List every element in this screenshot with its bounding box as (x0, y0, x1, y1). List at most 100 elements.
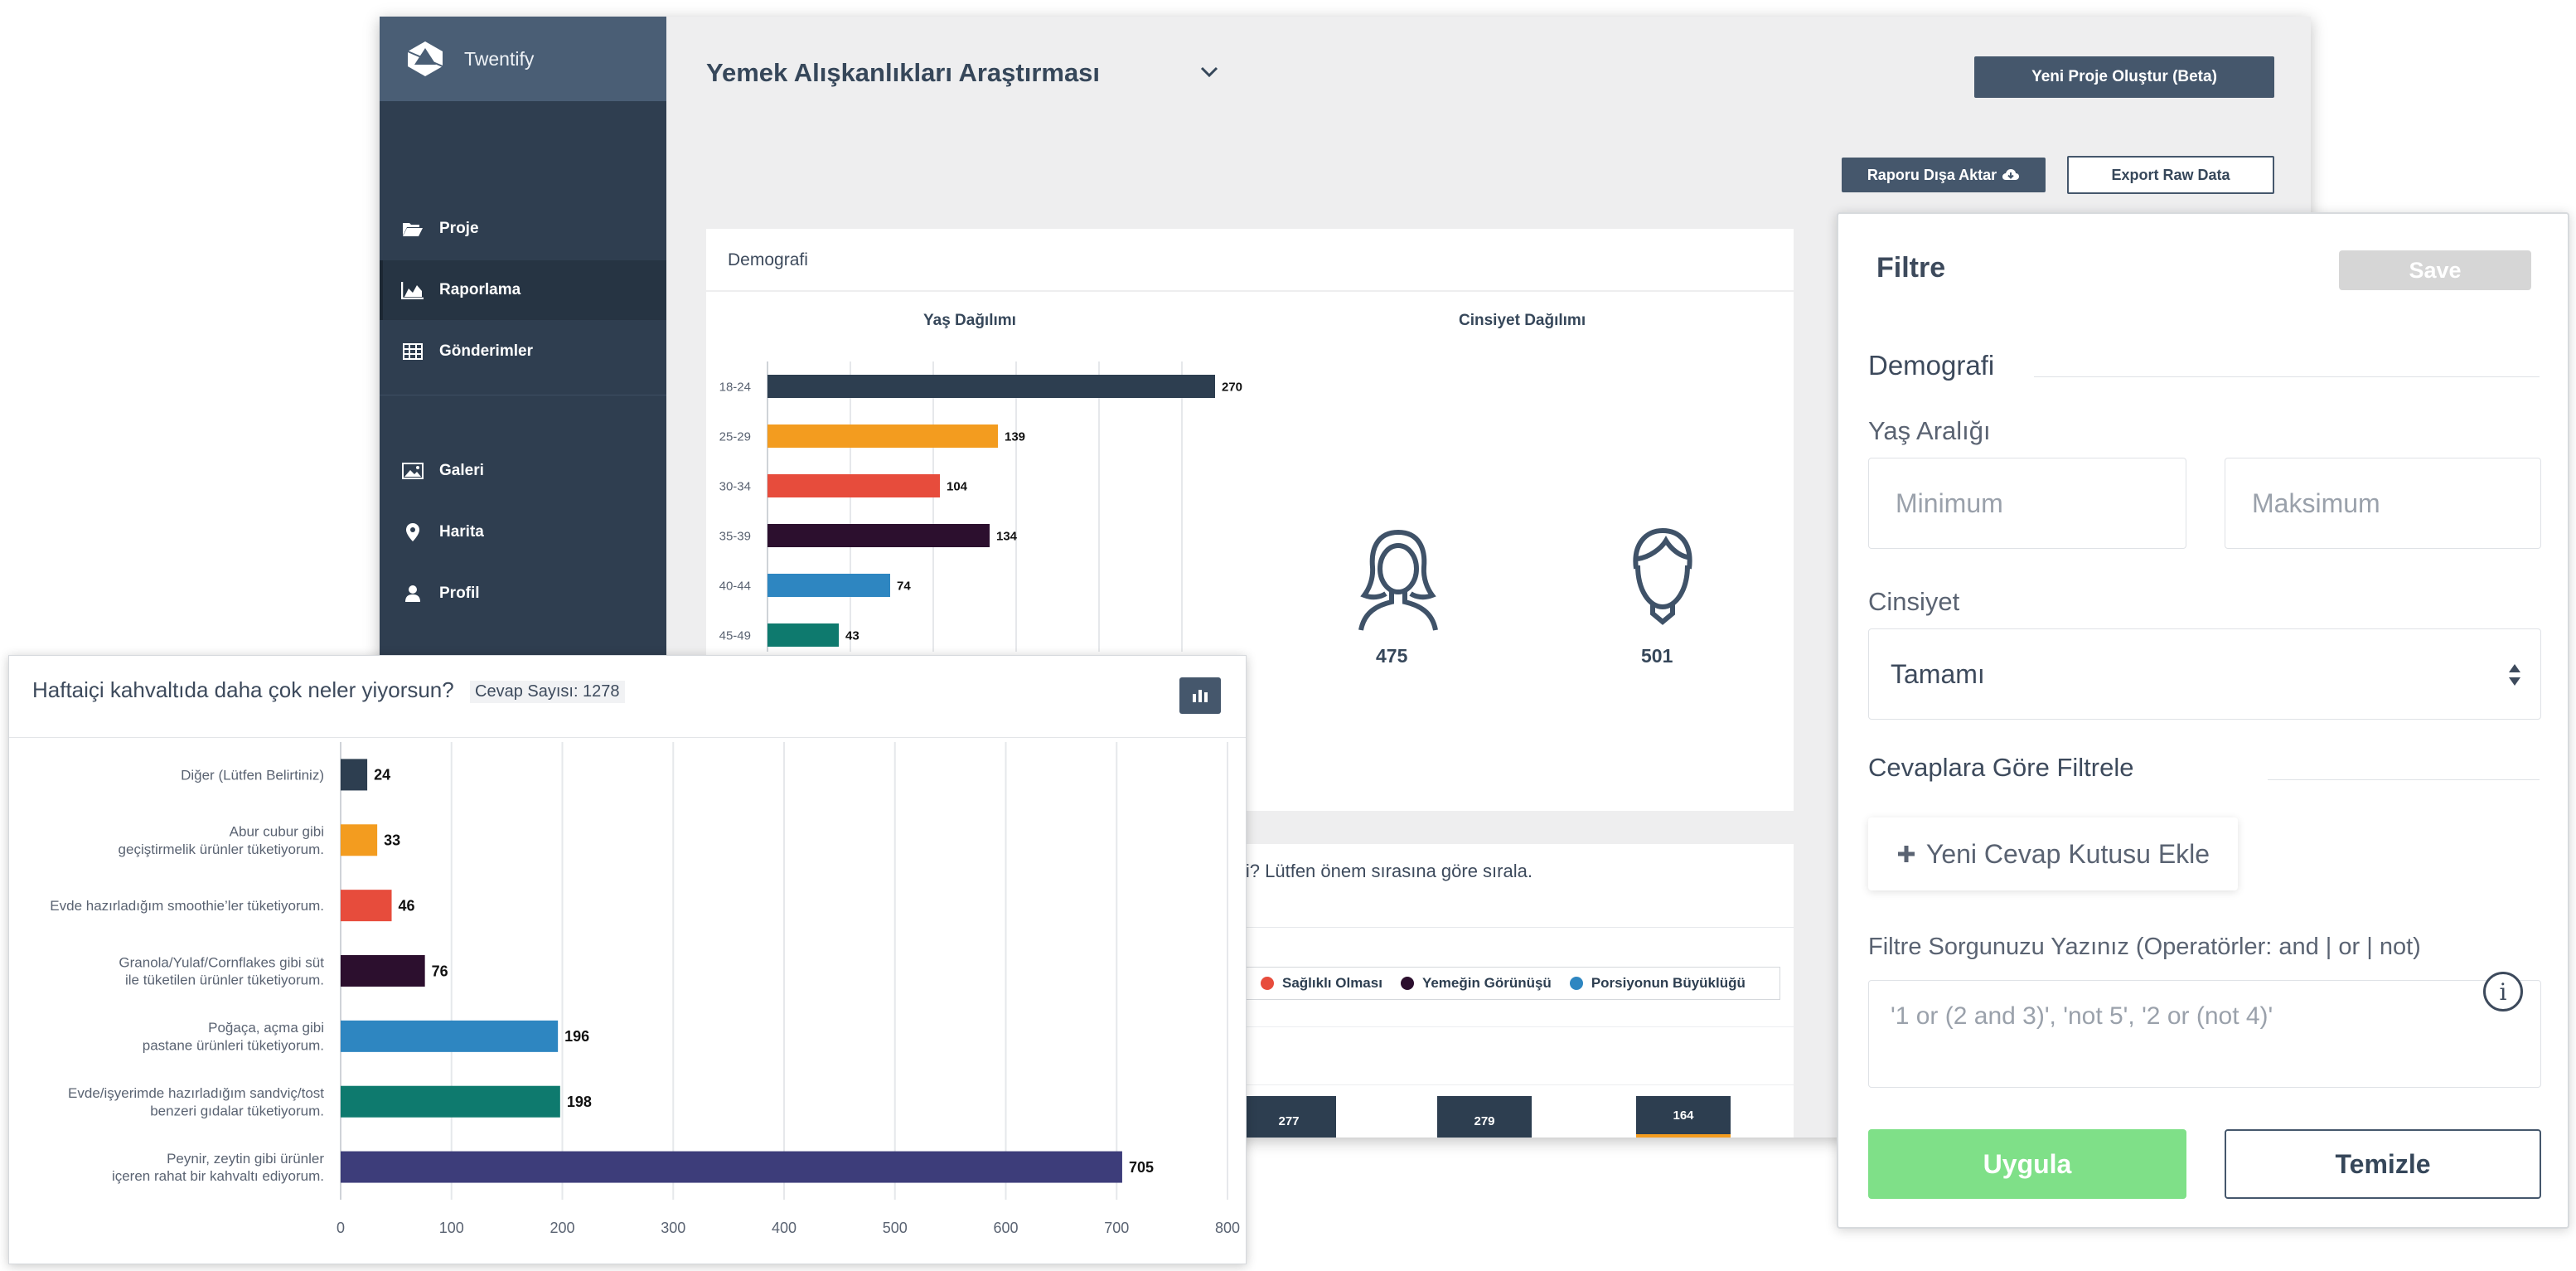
bar[interactable] (767, 524, 990, 547)
bar[interactable] (767, 424, 998, 448)
x-tick-label: 700 (1104, 1220, 1129, 1236)
gender-label: Cinsiyet (1868, 587, 1960, 616)
x-tick-label: 100 (439, 1220, 464, 1236)
sidebar-item-label: Harita (439, 523, 484, 541)
breakfast-answers-chart: 0 100 200 300 400 500 600 700 800 Diğer (Lütfen B… (50, 742, 1240, 1236)
age-chart-title: Yaş Dağılımı (923, 312, 1016, 329)
bar[interactable] (341, 824, 378, 856)
info-icon[interactable]: i (2483, 972, 2523, 1011)
grid-line (1242, 1026, 1794, 1027)
brand-name: Twentify (464, 47, 535, 70)
x-tick-label: 500 (883, 1220, 908, 1236)
sort-arrows-icon (2509, 664, 2520, 686)
sidebar-item-raporlama[interactable]: Raporlama (380, 260, 666, 320)
filter-title: Filtre (1876, 252, 1946, 284)
card-divider (1242, 927, 1794, 928)
x-tick-label: 600 (993, 1220, 1018, 1236)
legend-item[interactable]: Yemeğin Görünüşü (1400, 975, 1552, 992)
stacked-bar-segment[interactable]: 279 (1437, 1096, 1532, 1138)
data-label: 139 (1005, 429, 1025, 444)
project-title[interactable]: Yemek Alışkanlıkları Araştırması (706, 58, 1100, 88)
legend-item[interactable]: Sağlıklı Olması (1261, 975, 1382, 992)
male-count: 501 (1641, 645, 1673, 667)
bar[interactable] (767, 623, 839, 647)
data-label: 104 (947, 479, 968, 493)
stacked-bar-segment[interactable]: 164 (1636, 1096, 1731, 1134)
age-min-input[interactable]: Minimum (1868, 458, 2186, 549)
plus-icon (1897, 846, 1915, 862)
table-icon (401, 342, 424, 361)
age-max-input[interactable]: Maksimum (2225, 458, 2541, 549)
question-title: Haftaiçi kahvaltıda daha çok neler yiyor… (32, 677, 454, 702)
query-input[interactable]: '1 or (2 and 3)', 'not 5', '2 or (not 4)… (1868, 980, 2541, 1088)
bar[interactable] (767, 375, 1215, 398)
sidebar-item-profil[interactable]: Profil (380, 564, 666, 623)
data-label: 33 (384, 832, 400, 849)
sidebar-item-gonderimler[interactable]: Gönderimler (380, 322, 666, 381)
brand[interactable]: Twentify (380, 17, 666, 101)
age-distribution-chart: 18-24 270 25-29 139 30-34 104 35-39 134 40-44 74 4… (719, 361, 1242, 652)
bar[interactable] (341, 1085, 560, 1118)
question-chart-card: Haftaiçi kahvaltıda daha çok neler yiyor… (8, 655, 1247, 1264)
area-chart-icon (401, 280, 424, 300)
male-icon (1633, 527, 1692, 625)
legend-item[interactable]: Porsiyonun Büyüklüğü (1569, 975, 1746, 992)
bar[interactable] (341, 890, 392, 922)
bar[interactable] (341, 759, 368, 791)
data-label: 196 (564, 1028, 589, 1045)
data-label: 76 (432, 963, 448, 979)
y-category-label: Peynir, zeytin gibi ürünler içeren rahat … (112, 1151, 324, 1184)
x-tick-label: 200 (550, 1220, 574, 1236)
card-divider (9, 737, 1246, 738)
bar-chart-icon (1193, 690, 1208, 702)
data-label: 24 (374, 767, 390, 783)
export-report-button[interactable]: Raporu Dışa Aktar (1842, 158, 2046, 192)
bar[interactable] (341, 955, 425, 987)
export-report-label: Raporu Dışa Aktar (1867, 166, 1997, 183)
data-label: 134 (996, 529, 1018, 543)
map-marker-icon (401, 522, 424, 542)
sidebar-item-harita[interactable]: Harita (380, 502, 666, 562)
section-divider (2034, 376, 2540, 377)
bar[interactable] (341, 1151, 1122, 1183)
bar[interactable] (341, 1020, 559, 1052)
female-icon (1358, 530, 1438, 631)
sidebar-item-label: Gönderimler (439, 342, 533, 360)
save-button[interactable]: Save (2339, 250, 2531, 290)
filter-panel: Filtre Save Demografi Yaş Aralığı Minimu… (1837, 212, 2569, 1229)
cloud-download-icon (2002, 169, 2020, 180)
answer-count-badge: Cevap Sayısı: 1278 (470, 681, 625, 703)
data-label: 43 (845, 628, 859, 643)
add-answer-box-button[interactable]: Yeni Cevap Kutusu Ekle (1868, 817, 2238, 890)
y-category-label: 18-24 (719, 380, 751, 394)
apply-button[interactable]: Uygula (1868, 1129, 2186, 1199)
clear-button[interactable]: Temizle (2225, 1129, 2541, 1199)
y-category-label: 45-49 (719, 628, 751, 643)
chevron-down-icon[interactable] (1200, 66, 1218, 78)
folder-open-icon (401, 219, 424, 239)
stacked-bar-segment[interactable]: 72 (1636, 1134, 1731, 1138)
gender-select-value: Tamamı (1891, 658, 1985, 689)
y-category-label: Abur cubur gibi geçiştirmelik ürünler tük… (119, 824, 324, 857)
chart-type-button[interactable] (1179, 677, 1221, 714)
y-category-label: 30-34 (719, 479, 751, 493)
stacked-bar-segment[interactable]: 277 (1242, 1096, 1336, 1138)
sidebar-item-proje[interactable]: Proje (380, 199, 666, 259)
twentify-logo-icon (407, 41, 443, 76)
card-divider (706, 290, 1794, 292)
bar[interactable] (767, 574, 890, 597)
export-raw-data-button[interactable]: Export Raw Data (2067, 156, 2274, 194)
x-tick-label: 300 (661, 1220, 685, 1236)
sidebar-item-label: Raporlama (439, 281, 521, 298)
new-project-button[interactable]: Yeni Proje Oluştur (Beta) (1974, 56, 2274, 98)
legend-dot-icon (1261, 977, 1274, 990)
sidebar-item-galeri[interactable]: Galeri (380, 441, 666, 501)
bar[interactable] (767, 474, 940, 497)
sidebar-item-label: Proje (439, 220, 479, 237)
y-category-label: Evde hazırladığım smoothie’ler tüketiyor… (50, 898, 324, 914)
grid-line (1242, 1084, 1794, 1085)
add-answer-box-label: Yeni Cevap Kutusu Ekle (1925, 838, 2210, 869)
sidebar-item-label: Profil (439, 585, 480, 602)
question-title-fragment: li? Lütfen önem sırasına göre sırala. (1242, 861, 1533, 881)
gender-select[interactable]: Tamamı (1868, 628, 2541, 720)
